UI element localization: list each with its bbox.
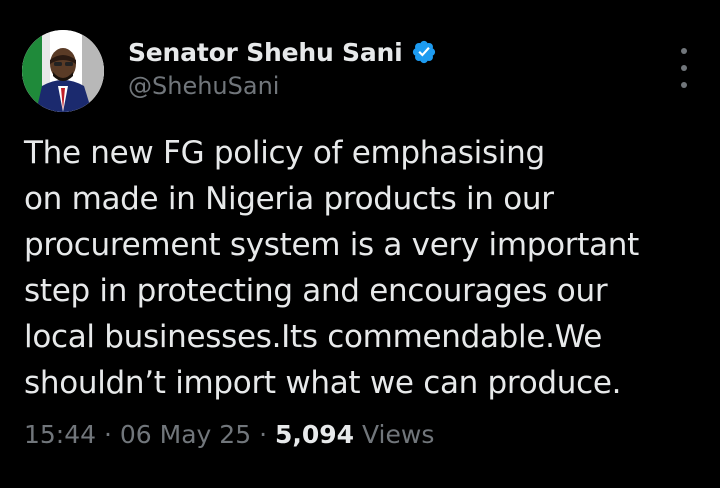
author-handle[interactable]: @ShehuSani bbox=[128, 72, 437, 100]
views-count: 5,094 bbox=[274, 420, 355, 449]
author-names: Senator Shehu Sani @ShehuSani bbox=[128, 34, 437, 100]
tweet-text-line: procurement system is a very important bbox=[24, 227, 639, 263]
avatar-image bbox=[22, 30, 104, 112]
verified-badge-icon[interactable] bbox=[411, 39, 437, 65]
tweet-meta: 15:44 · 06 May 25 · 5,094 Views bbox=[24, 420, 434, 449]
more-dot bbox=[681, 82, 687, 88]
tweet-date[interactable]: 06 May 25 bbox=[120, 420, 251, 449]
avatar[interactable] bbox=[22, 30, 104, 112]
more-dot bbox=[681, 48, 687, 54]
meta-separator: · bbox=[104, 420, 112, 449]
tweet-text-line: local businesses.Its commendable.We bbox=[24, 319, 603, 355]
meta-separator: · bbox=[259, 420, 268, 449]
tweet-time[interactable]: 15:44 bbox=[24, 420, 96, 449]
author-display-name[interactable]: Senator Shehu Sani bbox=[128, 38, 403, 67]
more-vertical-icon[interactable] bbox=[674, 48, 694, 88]
tweet-card[interactable]: Senator Shehu Sani @ShehuSani The new FG… bbox=[0, 0, 720, 488]
tweet-text-line: on made in Nigeria products in our bbox=[24, 181, 554, 217]
tweet-text-line: shouldn’t import what we can produce. bbox=[24, 365, 622, 401]
tweet-text-line: step in protecting and encourages our bbox=[24, 273, 608, 309]
tweet-text-line: The new FG policy of emphasising bbox=[24, 135, 545, 171]
views-label: Views bbox=[362, 420, 435, 449]
tweet-header: Senator Shehu Sani @ShehuSani bbox=[22, 30, 702, 114]
tweet-text: The new FG policy of emphasising on made… bbox=[24, 130, 704, 406]
more-dot bbox=[681, 65, 687, 71]
display-name-row: Senator Shehu Sani bbox=[128, 34, 437, 70]
